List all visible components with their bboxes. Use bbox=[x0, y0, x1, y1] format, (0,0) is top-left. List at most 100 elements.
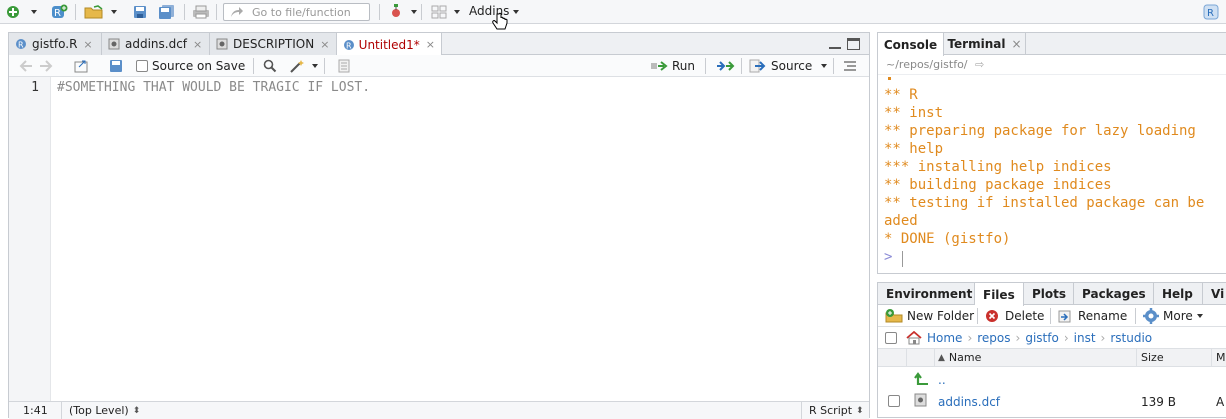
chevron-down-icon[interactable] bbox=[1197, 314, 1203, 318]
tab-environment[interactable]: Environment bbox=[878, 283, 975, 305]
home-icon[interactable] bbox=[905, 330, 923, 345]
console-tab-bar: Console Terminal × bbox=[878, 33, 1226, 56]
source-on-save-checkbox[interactable] bbox=[136, 60, 148, 72]
project-r-icon[interactable]: R bbox=[1203, 4, 1219, 20]
goto-file-input[interactable]: Go to file/function bbox=[223, 3, 370, 21]
source-button[interactable]: Source bbox=[749, 58, 812, 74]
file-name-link[interactable]: addins.dcf bbox=[938, 395, 1000, 409]
delete-button[interactable]: Delete bbox=[985, 308, 1044, 324]
rename-button[interactable]: Rename bbox=[1058, 308, 1127, 324]
tab-plots[interactable]: Plots bbox=[1024, 283, 1074, 305]
code-line[interactable]: #SOMETHING THAT WOULD BE TRAGIC IF LOST. bbox=[57, 80, 370, 95]
tab-untitled1[interactable]: R Untitled1* × bbox=[337, 33, 442, 56]
tab-console[interactable]: Console bbox=[878, 33, 944, 56]
minimize-pane-icon[interactable] bbox=[829, 41, 841, 49]
new-project-icon[interactable]: R bbox=[50, 4, 68, 20]
search-icon[interactable] bbox=[263, 58, 277, 74]
column-header-size[interactable]: Size bbox=[1141, 351, 1164, 364]
scope-selector[interactable]: (Top Level) ⬍ bbox=[69, 404, 140, 417]
save-all-icon[interactable] bbox=[158, 4, 176, 20]
toolbar-separator bbox=[1050, 308, 1051, 324]
toolbar-separator bbox=[324, 58, 325, 74]
tab-files[interactable]: Files bbox=[975, 283, 1024, 306]
tab-viewer[interactable]: Vi bbox=[1203, 283, 1226, 305]
tab-help[interactable]: Help bbox=[1154, 283, 1203, 305]
chevron-down-icon[interactable] bbox=[111, 10, 117, 14]
console-caret bbox=[902, 251, 903, 267]
chevron-down-icon[interactable] bbox=[513, 10, 519, 14]
chevron-down-icon[interactable] bbox=[411, 10, 417, 14]
file-type-selector[interactable]: R Script ⬍ bbox=[809, 404, 864, 417]
goto-dir-arrow-icon[interactable]: ⇨ bbox=[975, 58, 984, 71]
vcs-icon[interactable] bbox=[389, 4, 403, 20]
close-icon[interactable]: × bbox=[320, 38, 329, 51]
chevron-down-icon[interactable] bbox=[454, 10, 460, 14]
column-header-modified[interactable]: M bbox=[1216, 351, 1226, 364]
pane-layout-icon[interactable] bbox=[431, 4, 447, 20]
toolbar-separator bbox=[705, 58, 706, 74]
column-header-name[interactable]: ▲ Name bbox=[938, 351, 981, 364]
source-on-save-toggle[interactable]: Source on Save bbox=[136, 58, 245, 74]
print-icon[interactable] bbox=[192, 4, 210, 20]
tab-gistfo-r[interactable]: R gistfo.R × bbox=[9, 33, 102, 55]
show-in-window-icon[interactable] bbox=[73, 58, 89, 74]
open-folder-icon[interactable] bbox=[84, 4, 104, 20]
tab-packages[interactable]: Packages bbox=[1074, 283, 1154, 305]
working-dir-label: ~/repos/gistfo/ bbox=[886, 58, 968, 71]
tab-label: Environment bbox=[886, 287, 973, 301]
toolbar-separator bbox=[253, 58, 254, 74]
maximize-pane-icon[interactable] bbox=[847, 38, 860, 50]
document-outline-icon[interactable] bbox=[843, 58, 857, 74]
breadcrumb-home[interactable]: Home bbox=[927, 331, 962, 345]
new-folder-button[interactable]: New Folder bbox=[885, 308, 974, 324]
chevron-down-icon[interactable] bbox=[312, 64, 318, 68]
breadcrumb-rstudio[interactable]: rstudio bbox=[1110, 331, 1152, 345]
save-icon[interactable] bbox=[133, 4, 147, 20]
forward-arrow-icon[interactable] bbox=[39, 58, 53, 74]
files-pane: Environment Files Plots Packages Help Vi… bbox=[877, 282, 1226, 418]
close-icon[interactable]: × bbox=[193, 38, 202, 51]
more-button[interactable]: More bbox=[1143, 308, 1193, 324]
save-icon[interactable] bbox=[109, 58, 123, 74]
breadcrumb-gistfo[interactable]: gistfo bbox=[1025, 331, 1058, 345]
tab-terminal[interactable]: Terminal × bbox=[944, 33, 1026, 55]
r-file-icon: R bbox=[344, 39, 354, 50]
breadcrumb-repos[interactable]: repos bbox=[977, 331, 1010, 345]
scrolled-text-fragment bbox=[888, 77, 891, 80]
close-icon[interactable]: × bbox=[1011, 37, 1021, 51]
table-row[interactable]: addins.dcf 139 B A bbox=[878, 391, 1226, 413]
chevron-down-icon[interactable] bbox=[31, 10, 37, 14]
updown-chevron-icon: ⬍ bbox=[856, 405, 864, 416]
console-line: ** testing if installed package can be bbox=[884, 195, 1205, 211]
close-icon[interactable]: × bbox=[426, 38, 435, 51]
breadcrumb-inst[interactable]: inst bbox=[1074, 331, 1096, 345]
console-prompt[interactable]: > bbox=[884, 249, 892, 265]
rename-label: Rename bbox=[1078, 309, 1128, 323]
back-arrow-icon[interactable] bbox=[19, 58, 33, 74]
gear-icon bbox=[1143, 308, 1159, 324]
compile-report-icon[interactable] bbox=[337, 58, 351, 74]
file-modified: A bbox=[1216, 395, 1225, 409]
goto-arrow-icon bbox=[231, 7, 243, 17]
files-table-header: ▲ Name Size M bbox=[878, 349, 1226, 367]
select-all-checkbox[interactable] bbox=[885, 331, 897, 344]
gear-file-icon bbox=[914, 393, 927, 407]
parent-dir-link[interactable]: .. bbox=[938, 373, 946, 387]
magic-wand-icon[interactable] bbox=[289, 58, 305, 74]
console-line: ** inst bbox=[884, 105, 944, 121]
tab-label: DESCRIPTION bbox=[233, 37, 315, 51]
rerun-icon[interactable] bbox=[715, 58, 735, 74]
new-file-icon[interactable] bbox=[6, 4, 20, 20]
console-line: ** R bbox=[884, 87, 918, 103]
row-checkbox[interactable] bbox=[888, 395, 900, 407]
tab-addins-dcf[interactable]: addins.dcf × bbox=[102, 33, 210, 55]
list-item-parent[interactable]: .. bbox=[878, 369, 1226, 391]
chevron-down-icon[interactable] bbox=[821, 64, 827, 68]
close-icon[interactable]: × bbox=[83, 38, 92, 51]
cursor-position: 1:41 bbox=[23, 404, 48, 417]
svg-text:R: R bbox=[1207, 8, 1214, 19]
tab-description[interactable]: DESCRIPTION × bbox=[210, 33, 337, 55]
toolbar-separator bbox=[1135, 308, 1136, 324]
console-line: aded bbox=[884, 213, 918, 229]
run-button[interactable]: Run bbox=[650, 58, 695, 74]
